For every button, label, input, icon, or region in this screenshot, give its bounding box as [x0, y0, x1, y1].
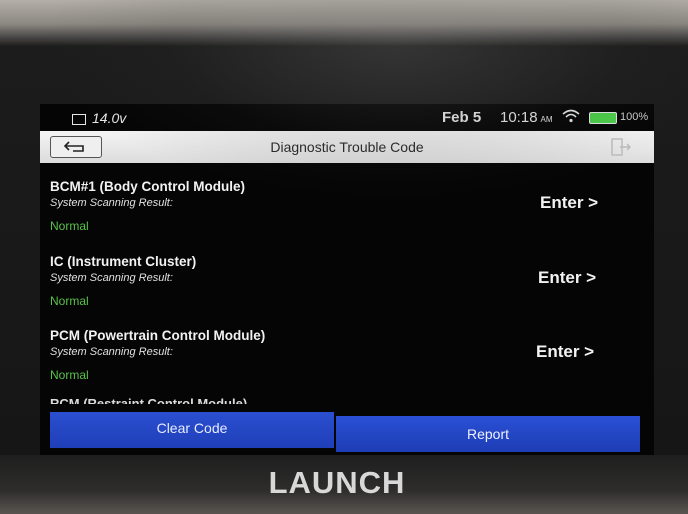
voltage-readout: 14.0v	[72, 110, 126, 126]
battery-voltage-icon	[72, 113, 86, 125]
module-row-pcm[interactable]: PCM (Powertrain Control Module) System S…	[50, 328, 650, 398]
wifi-icon	[562, 109, 580, 123]
status-bar: 14.0v Feb 5 10:18 AM 100%	[40, 104, 654, 130]
module-row-bcm[interactable]: BCM#1 (Body Control Module) System Scann…	[50, 179, 650, 249]
status-time-value: 10:18	[500, 109, 538, 126]
module-name: IC (Instrument Cluster)	[50, 254, 197, 269]
status-ampm: AM	[540, 115, 553, 124]
device-screen: 14.0v Feb 5 10:18 AM 100% Diagnostic Trou…	[40, 104, 654, 456]
report-button[interactable]: Report	[336, 416, 640, 452]
page-title: Diagnostic Trouble Code	[270, 139, 424, 155]
clear-code-button[interactable]: Clear Code	[50, 412, 334, 448]
enter-button[interactable]: Enter >	[536, 342, 594, 362]
battery-icon	[589, 112, 617, 124]
status-date: Feb 5	[442, 109, 482, 126]
scan-result-label: System Scanning Result:	[50, 346, 173, 358]
module-row-rcm-partial[interactable]: RCM (Restraint Control Module)	[50, 396, 247, 404]
brand-logo: LAUNCH	[268, 465, 406, 500]
action-bar: Clear Code Report	[50, 412, 640, 452]
enter-button[interactable]: Enter >	[540, 193, 598, 213]
device-top-frame	[0, 0, 688, 40]
scan-result-label: System Scanning Result:	[50, 272, 173, 284]
scan-result-status: Normal	[50, 294, 89, 308]
exit-icon	[611, 138, 631, 156]
scan-result-status: Normal	[50, 368, 89, 382]
exit-button[interactable]	[600, 135, 640, 159]
module-name: PCM (Powertrain Control Module)	[50, 328, 266, 343]
status-time: 10:18 AM	[500, 109, 553, 126]
battery-percent: 100%	[620, 111, 649, 123]
enter-button[interactable]: Enter >	[538, 268, 596, 288]
scan-result-status: Normal	[50, 219, 89, 233]
module-row-ic[interactable]: IC (Instrument Cluster) System Scanning …	[50, 254, 650, 324]
scan-result-label: System Scanning Result:	[50, 197, 173, 209]
title-bar: Diagnostic Trouble Code	[40, 131, 654, 163]
voltage-value: 14.0v	[92, 110, 127, 126]
module-name: BCM#1 (Body Control Module)	[50, 179, 245, 194]
